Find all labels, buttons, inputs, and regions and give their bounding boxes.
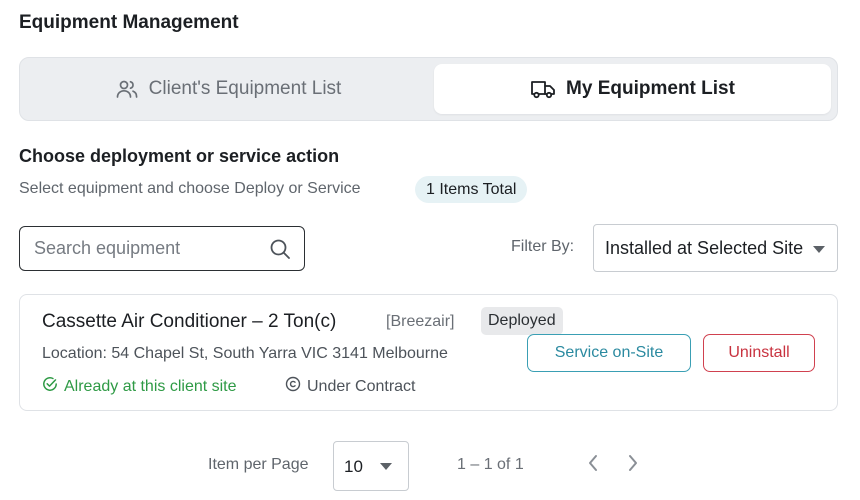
filter-select[interactable]: Installed at Selected Site [593,224,838,272]
site-status-label: Already at this client site [64,377,237,395]
filter-selected-value: Installed at Selected Site [605,238,804,258]
items-total-badge: 1 Items Total [415,176,528,203]
tab-my-equipment-label: My Equipment List [566,78,735,99]
contract-status: Under Contract [285,376,416,397]
equipment-name: Cassette Air Conditioner – 2 Ton(c) [42,311,337,332]
pagination-range: 1 – 1 of 1 [457,456,524,473]
tab-my-equipment[interactable]: My Equipment List [434,64,831,114]
site-status: Already at this client site [42,376,237,397]
filter-label: Filter By: [511,238,575,255]
equipment-location: Location: 54 Chapel St, South Yarra VIC … [42,345,448,362]
contract-label: Under Contract [307,377,416,395]
items-per-page-label: Item per Page [208,456,309,473]
page-title: Equipment Management [19,12,239,33]
chevron-right-icon [627,454,639,477]
tab-bar: Client's Equipment List My Equipment Lis… [19,57,838,121]
chevron-down-icon [380,463,392,470]
section-heading: Choose deployment or service action [19,146,340,166]
equipment-card: Cassette Air Conditioner – 2 Ton(c) [Bre… [19,294,838,411]
search-box [19,226,305,271]
tab-clients-equipment[interactable]: Client's Equipment List [26,64,430,114]
copyright-icon [285,376,301,397]
tab-clients-label: Client's Equipment List [148,78,342,99]
service-on-site-button[interactable]: Service on-Site [527,334,691,372]
next-page-button[interactable] [623,454,643,477]
check-circle-icon [42,376,58,397]
search-input[interactable] [34,227,264,269]
uninstall-button[interactable]: Uninstall [703,334,815,372]
previous-page-button[interactable] [583,454,603,477]
section-subtitle: Select equipment and choose Deploy or Se… [19,180,361,197]
page-size-select[interactable]: 10 [333,441,409,491]
page-size-value: 10 [344,457,363,476]
search-icon[interactable] [268,237,292,266]
truck-icon [530,77,556,101]
equipment-brand: [Breezair] [386,313,455,330]
status-badge: Deployed [481,307,563,335]
users-icon [115,77,139,101]
chevron-down-icon [813,246,825,253]
chevron-left-icon [587,454,599,477]
